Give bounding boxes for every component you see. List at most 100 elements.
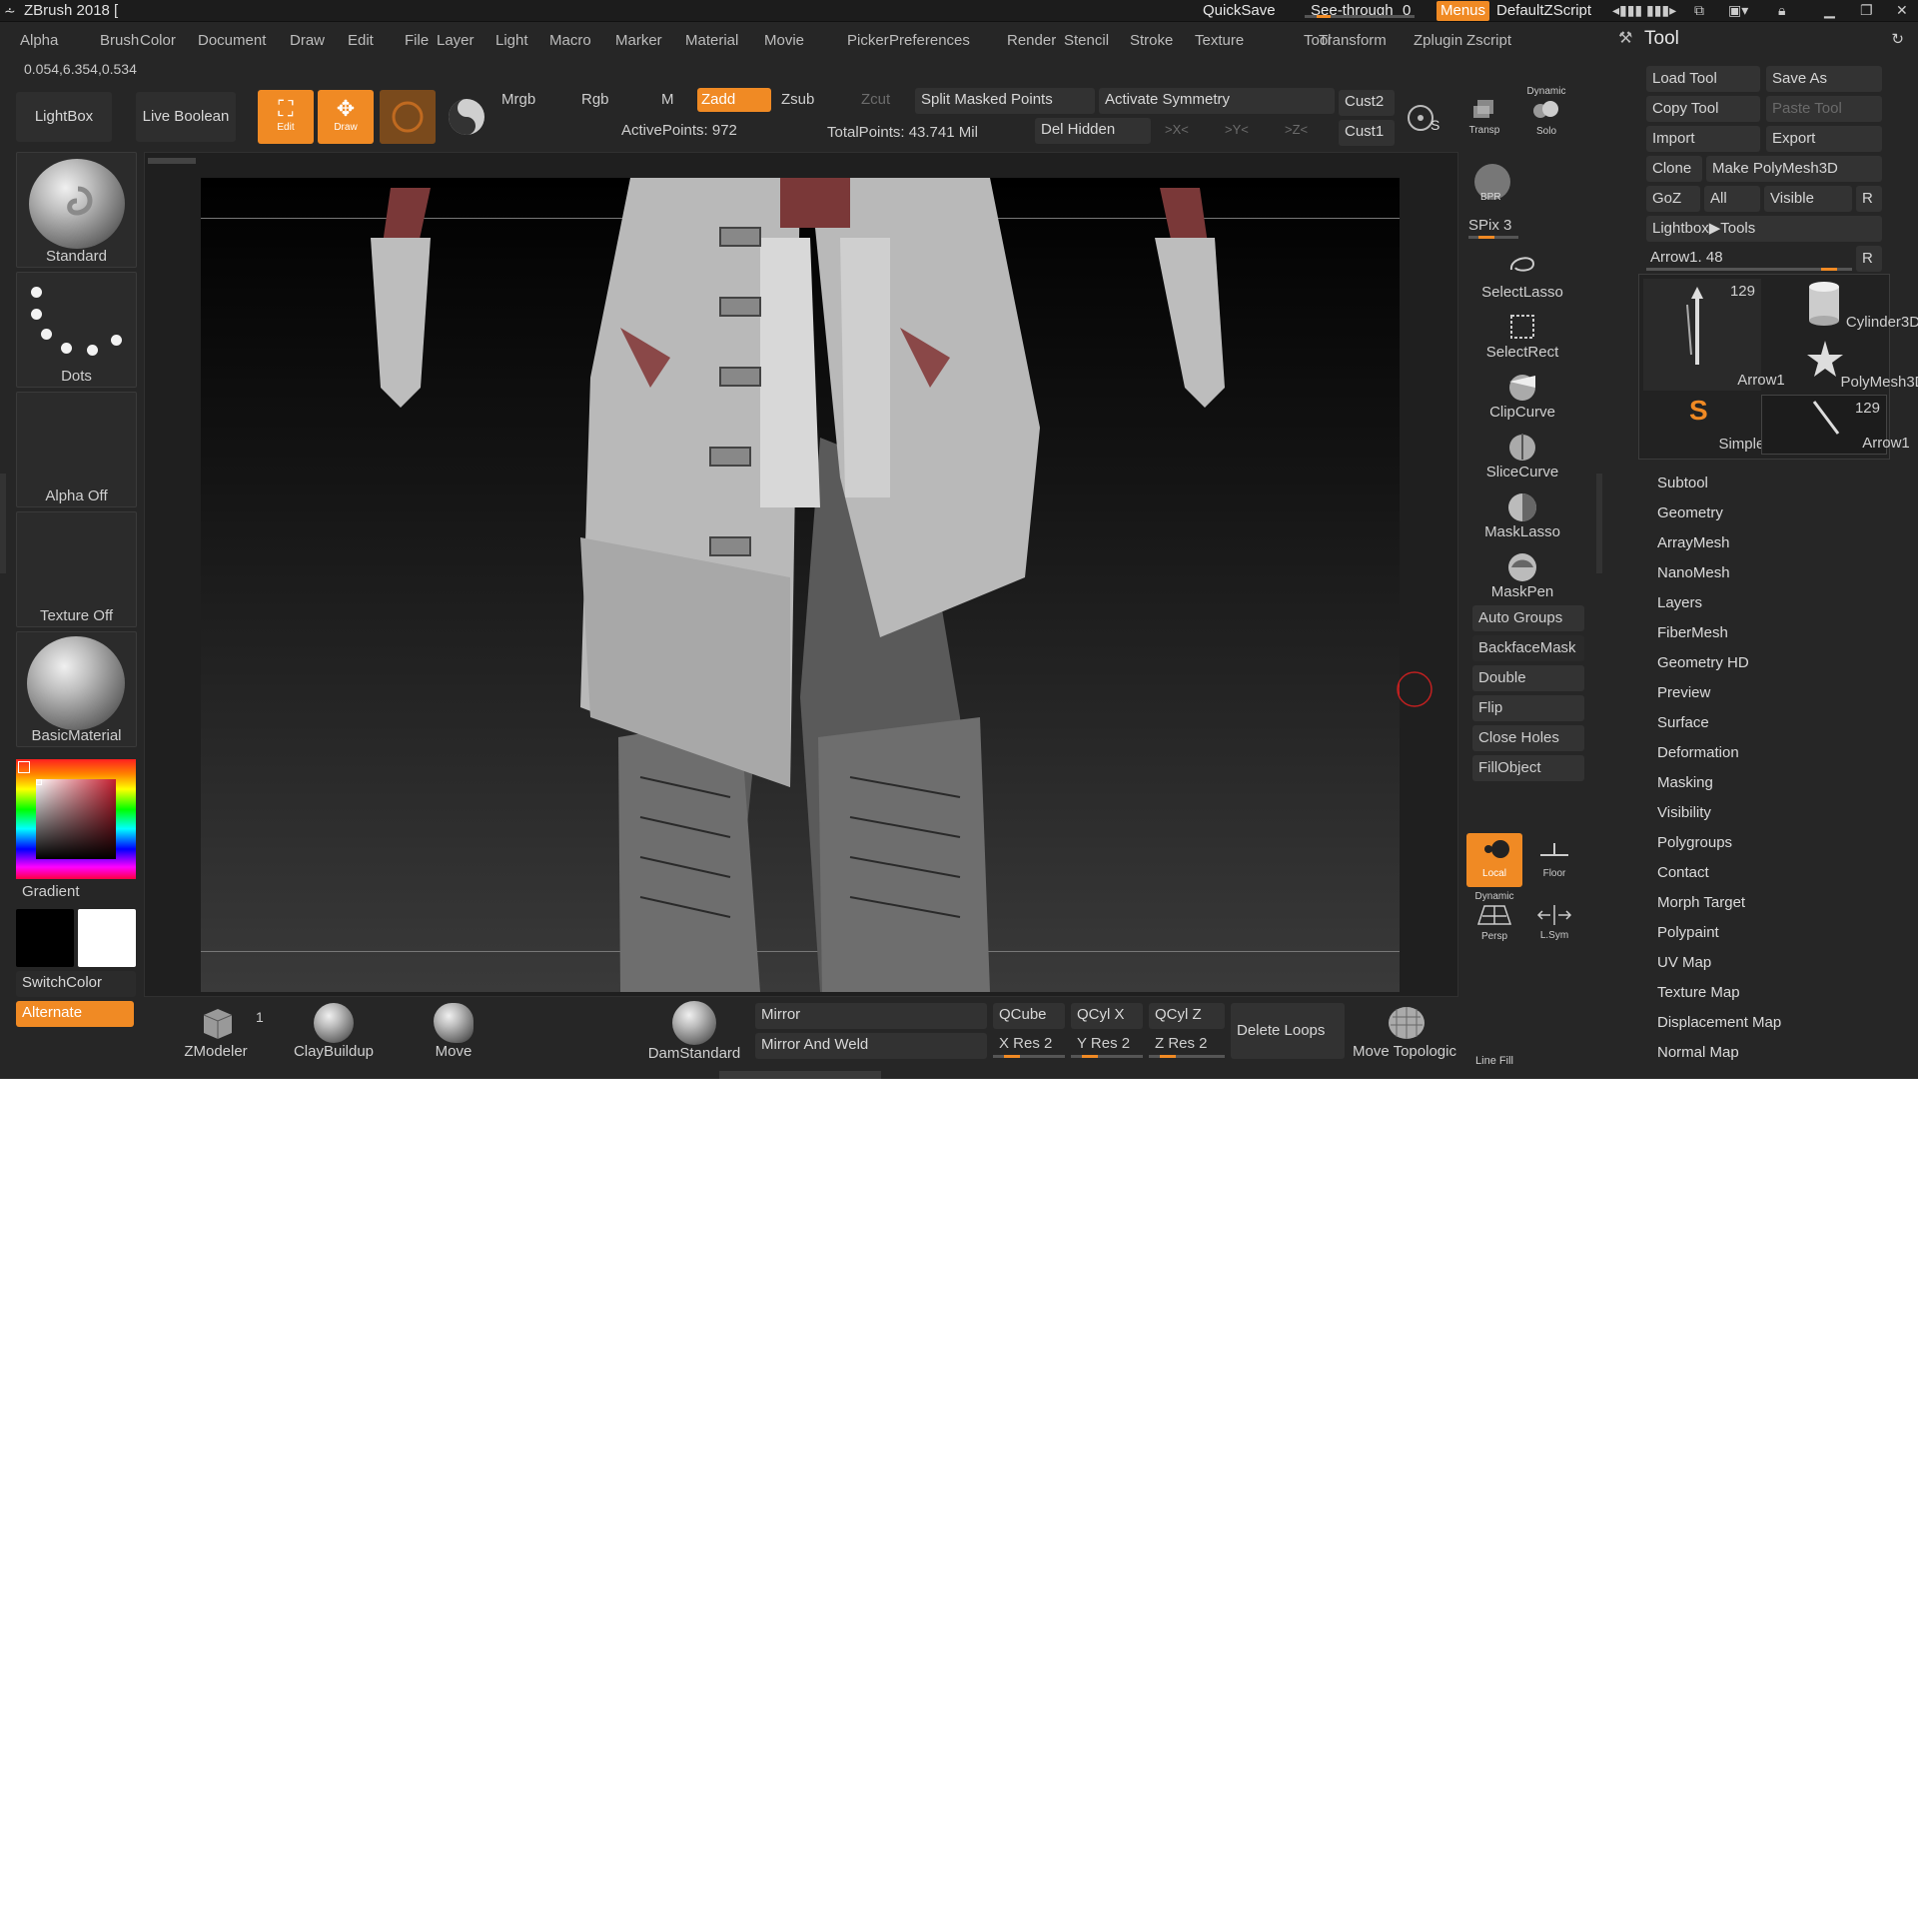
subpalette-nanomesh[interactable]: NanoMesh: [1657, 564, 1730, 581]
split-masked-points-button[interactable]: Split Masked Points: [915, 88, 1095, 114]
menu-marker[interactable]: Marker: [615, 32, 662, 49]
restore-icon[interactable]: ❐: [1860, 2, 1873, 19]
load-tool-button[interactable]: Load Tool: [1646, 66, 1760, 92]
menu-light[interactable]: Light: [495, 32, 528, 49]
menu-transform[interactable]: Transform: [1319, 32, 1387, 49]
subpalette-deformation[interactable]: Deformation: [1657, 744, 1739, 761]
menu-material[interactable]: Material: [685, 32, 738, 49]
left-dock-handle[interactable]: [0, 474, 6, 573]
alpha-selector[interactable]: Alpha Off: [16, 392, 137, 507]
clip-curve-button[interactable]: ClipCurve: [1466, 370, 1578, 421]
menu-edit[interactable]: Edit: [348, 32, 374, 49]
menu-stroke[interactable]: Stroke: [1130, 32, 1173, 49]
close-icon[interactable]: ✕: [1896, 2, 1908, 19]
copy-tool-button[interactable]: Copy Tool: [1646, 96, 1760, 122]
floor-button[interactable]: Floor: [1526, 833, 1582, 887]
close-holes-button[interactable]: Close Holes: [1472, 725, 1584, 751]
see-through-label[interactable]: See-through: [1311, 1, 1394, 21]
zadd-button[interactable]: Zadd: [697, 88, 771, 112]
material-selector[interactable]: BasicMaterial: [16, 631, 137, 747]
spix-slider[interactable]: [1468, 236, 1518, 239]
menu-color[interactable]: Color: [140, 32, 176, 49]
secondary-color-swatch[interactable]: [78, 909, 136, 967]
subpalette-uv-map[interactable]: UV Map: [1657, 954, 1711, 971]
viewport-canvas[interactable]: [201, 178, 1400, 992]
menu-draw[interactable]: Draw: [290, 32, 325, 49]
snapshot-button[interactable]: S: [1403, 96, 1446, 140]
current-tool-r-button[interactable]: R: [1856, 246, 1882, 272]
menu-macro[interactable]: Macro: [549, 32, 591, 49]
claybuildup-brush-button[interactable]: ClayBuildup: [288, 1003, 380, 1060]
qcyl-x-button[interactable]: QCyl X: [1071, 1003, 1143, 1029]
cust2-button[interactable]: Cust2: [1339, 90, 1395, 116]
layout-icon[interactable]: ⧉: [1694, 2, 1704, 19]
subpalette-layers[interactable]: Layers: [1657, 594, 1702, 611]
tool-thumb-simplebrush[interactable]: S SimpleBrush: [1643, 395, 1804, 455]
m-button[interactable]: M: [661, 91, 674, 108]
select-rect-button[interactable]: SelectRect: [1466, 310, 1578, 361]
subpalette-masking[interactable]: Masking: [1657, 774, 1713, 791]
menu-stencil[interactable]: Stencil: [1064, 32, 1109, 49]
menu-layer[interactable]: Layer: [437, 32, 475, 49]
rgb-button[interactable]: Rgb: [581, 91, 609, 108]
switchcolor-button[interactable]: SwitchColor: [16, 971, 136, 997]
goz-r-button[interactable]: R: [1856, 186, 1882, 212]
del-hidden-button[interactable]: Del Hidden: [1035, 118, 1151, 144]
subpalette-surface[interactable]: Surface: [1657, 714, 1709, 731]
material-sphere-button[interactable]: [444, 94, 489, 140]
move-mode-button[interactable]: [380, 90, 436, 144]
select-lasso-button[interactable]: SelectLasso: [1466, 250, 1578, 301]
minimize-icon[interactable]: ▁: [1824, 2, 1835, 19]
local-button[interactable]: Local: [1466, 833, 1522, 887]
subpalette-contact[interactable]: Contact: [1657, 864, 1709, 881]
solo-button[interactable]: Dynamic Solo: [1520, 86, 1572, 142]
paste-tool-button[interactable]: Paste Tool: [1766, 96, 1882, 122]
delete-loops-button[interactable]: Delete Loops: [1231, 1003, 1345, 1059]
tool-thumb-arrow1[interactable]: 129 Arrow1: [1643, 279, 1785, 391]
subpalette-visibility[interactable]: Visibility: [1657, 804, 1711, 821]
subpalette-preview[interactable]: Preview: [1657, 684, 1710, 701]
subpalette-geometry[interactable]: Geometry: [1657, 504, 1723, 521]
color-square[interactable]: [36, 779, 116, 859]
import-button[interactable]: Import: [1646, 126, 1760, 152]
layout-menu-icon[interactable]: ▣▾: [1728, 2, 1748, 19]
slice-curve-button[interactable]: SliceCurve: [1466, 430, 1578, 481]
move-topologic-brush-button[interactable]: Move Topologic: [1349, 1003, 1460, 1060]
subpalette-arraymesh[interactable]: ArrayMesh: [1657, 534, 1730, 551]
goz-visible-button[interactable]: Visible: [1764, 186, 1852, 212]
mask-pen-button[interactable]: MaskPen: [1466, 549, 1578, 600]
move-brush-button[interactable]: Move: [418, 1003, 489, 1060]
menu-picker[interactable]: Picker: [847, 32, 889, 49]
make-polymesh3d-button[interactable]: Make PolyMesh3D: [1706, 156, 1882, 182]
fill-object-button[interactable]: FillObject: [1472, 755, 1584, 781]
sym-z-button[interactable]: >Z<: [1285, 122, 1308, 137]
color-picker[interactable]: [16, 759, 136, 879]
draw-button[interactable]: ✥ Draw: [318, 90, 374, 144]
main-color-swatch[interactable]: [16, 909, 74, 967]
menu-movie[interactable]: Movie: [764, 32, 804, 49]
subpalette-texture-map[interactable]: Texture Map: [1657, 984, 1740, 1001]
flip-button[interactable]: Flip: [1472, 695, 1584, 721]
menu-alpha[interactable]: Alpha: [20, 32, 58, 49]
document-scrollbar[interactable]: [148, 158, 196, 164]
goz-button[interactable]: GoZ: [1646, 186, 1700, 212]
brush-selector[interactable]: Standard: [16, 152, 137, 268]
current-tool-slider[interactable]: Arrow1. 48: [1646, 246, 1852, 272]
mirror-and-weld-button[interactable]: Mirror And Weld: [755, 1033, 987, 1059]
subpalette-subtool[interactable]: Subtool: [1657, 475, 1708, 491]
menu-zscript[interactable]: Zscript: [1466, 32, 1511, 49]
zsub-button[interactable]: Zsub: [781, 91, 814, 108]
menu-texture[interactable]: Texture: [1195, 32, 1244, 49]
subpalette-displacement-map[interactable]: Displacement Map: [1657, 1014, 1781, 1031]
transp-button[interactable]: Transp: [1460, 96, 1508, 140]
clone-button[interactable]: Clone: [1646, 156, 1702, 182]
menu-render[interactable]: Render: [1007, 32, 1056, 49]
double-button[interactable]: Double: [1472, 665, 1584, 691]
y-res-slider[interactable]: Y Res 2: [1071, 1033, 1143, 1059]
right-dock-handle[interactable]: [1596, 474, 1602, 573]
qcube-button[interactable]: QCube: [993, 1003, 1065, 1029]
bottom-dock-handle[interactable]: [719, 1071, 881, 1079]
subpalette-morph-target[interactable]: Morph Target: [1657, 894, 1745, 911]
subpalette-geometry-hd[interactable]: Geometry HD: [1657, 654, 1749, 671]
gradient-label[interactable]: Gradient: [22, 883, 80, 900]
